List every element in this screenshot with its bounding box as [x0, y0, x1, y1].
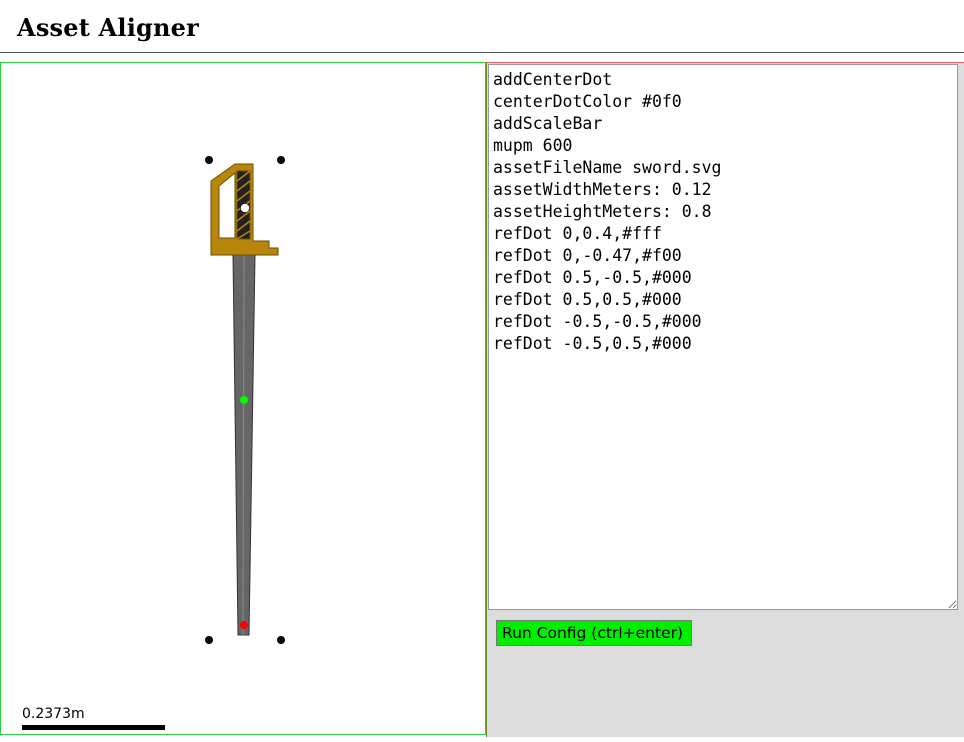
ref-dot-bottom [240, 621, 248, 629]
ref-dot-bottom-left [205, 636, 213, 644]
scale-label: 0.2373m [22, 706, 85, 722]
ref-dot-top [240, 203, 250, 213]
app-title: Asset Aligner [17, 13, 199, 42]
center-dot [240, 396, 248, 404]
ref-dot-top-left [205, 156, 213, 164]
app-header: Asset Aligner [0, 0, 964, 52]
ref-dot-top-right [277, 156, 285, 164]
scale-bar [22, 725, 165, 730]
run-config-button[interactable]: Run Config (ctrl+enter) [496, 620, 692, 646]
ref-dot-bottom-right [277, 636, 285, 644]
asset-preview [205, 156, 285, 644]
asset-canvas[interactable] [0, 62, 486, 735]
config-editor[interactable]: addCenterDot centerDotColor #0f0 addScal… [488, 64, 958, 610]
header-divider [0, 52, 964, 53]
